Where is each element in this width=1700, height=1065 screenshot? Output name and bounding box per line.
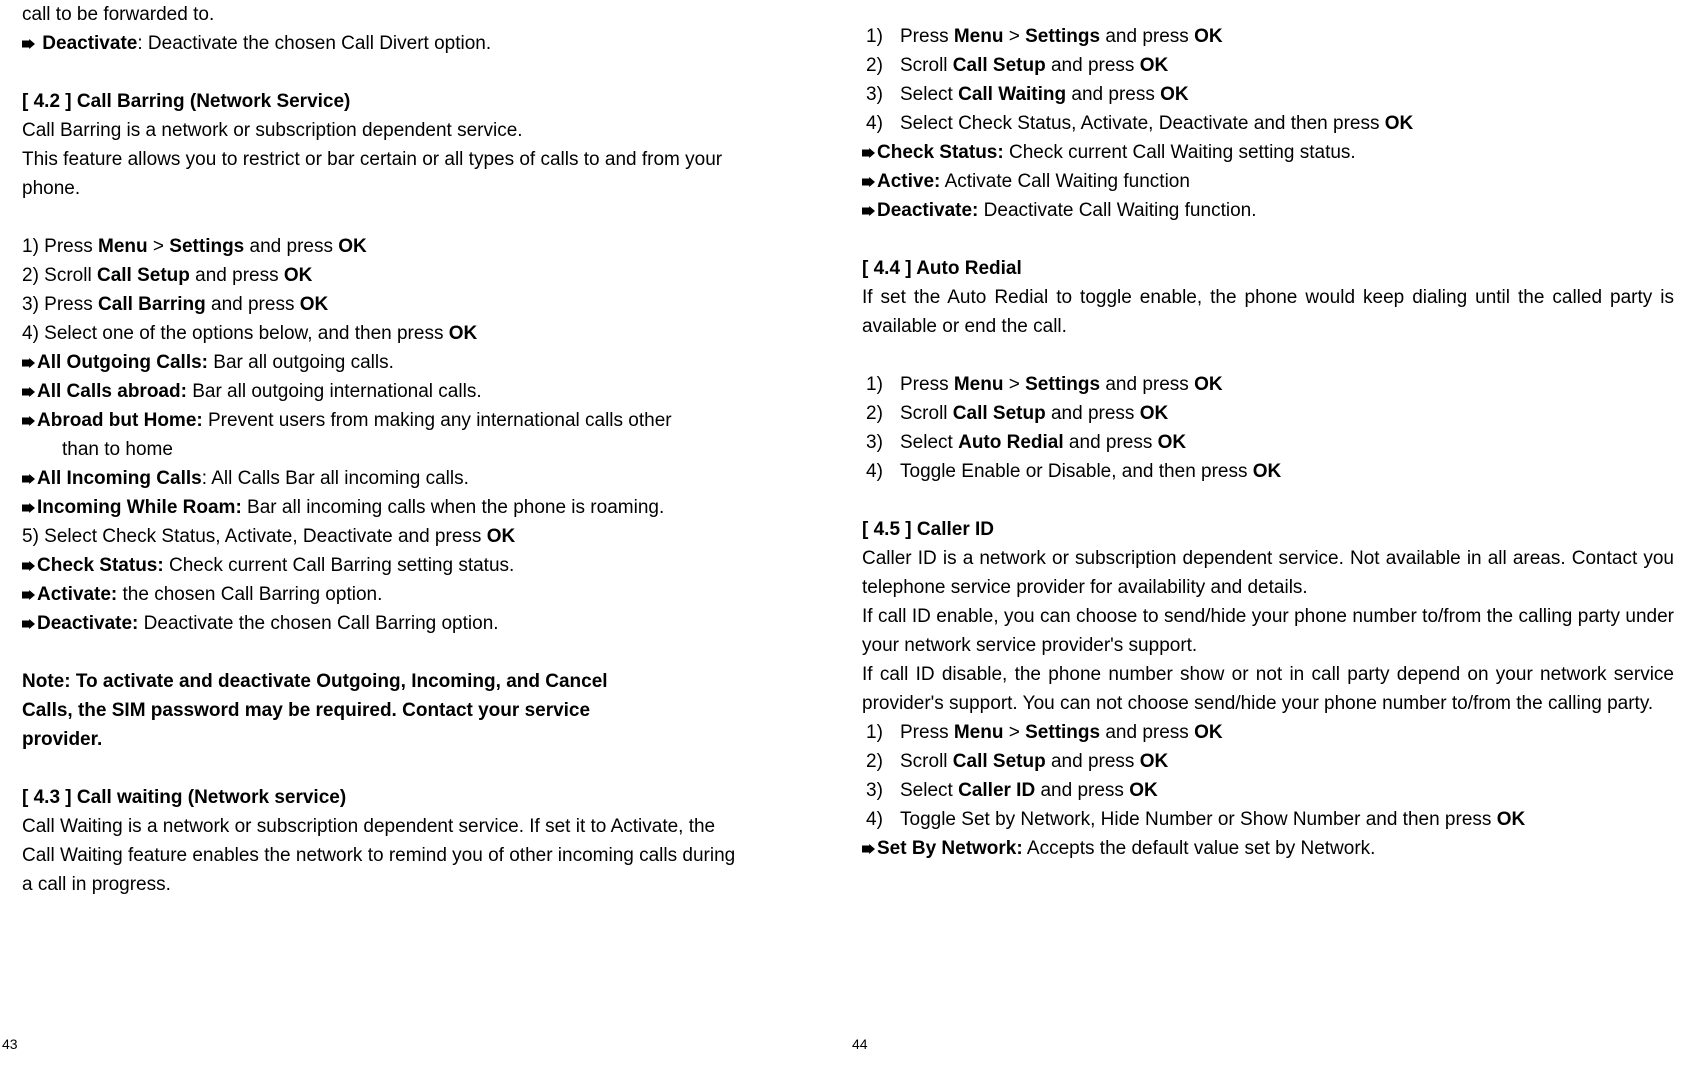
step-item: 2) Scroll Call Setup and press OK [22,261,740,290]
note-text: Note: To activate and deactivate Outgoin… [22,667,740,696]
desc: : Deactivate the chosen Call Divert opti… [137,33,491,54]
arrow-icon [22,561,35,571]
section-heading-4-3: [ 4.3 ] Call waiting (Network service) [22,783,740,812]
step-item: 4) Toggle Set by Network, Hide Number or… [862,805,1674,834]
bullet-item: Deactivate: Deactivate Call Waiting func… [862,196,1674,225]
step-item: 5) Select Check Status, Activate, Deacti… [22,522,740,551]
bullet-item: Check Status: Check current Call Barring… [22,551,740,580]
page-right: 1) Press Menu > Settings and press OK 2)… [850,0,1700,1065]
bullet-item: All Incoming Calls: All Calls Bar all in… [22,464,740,493]
step-item: 1) Press Menu > Settings and press OK [862,370,1674,399]
step-item: 1) Press Menu > Settings and press OK [22,232,740,261]
body-text: call to be forwarded to. [22,0,740,29]
arrow-icon [862,844,875,854]
bullet-item: Check Status: Check current Call Waiting… [862,138,1674,167]
body-text: Call Waiting is a network or subscriptio… [22,812,740,899]
step-item: 4) Select one of the options below, and … [22,319,740,348]
section-heading-4-5: [ 4.5 ] Caller ID [862,515,1674,544]
section-heading-4-2: [ 4.2 ] Call Barring (Network Service) [22,87,740,116]
body-text: If call ID disable, the phone number sho… [862,660,1674,718]
step-item: 3) Select Caller ID and press OK [862,776,1674,805]
bullet-cont: than to home [22,435,740,464]
bullet-item: Active: Activate Call Waiting function [862,167,1674,196]
arrow-icon [22,503,35,513]
label: Deactivate [42,33,137,54]
step-item: 4) Toggle Enable or Disable, and then pr… [862,457,1674,486]
body-text: If call ID enable, you can choose to sen… [862,602,1674,660]
arrow-icon [22,474,35,484]
arrow-icon [862,148,875,158]
bullet-item: Abroad but Home: Prevent users from maki… [22,406,740,435]
step-item: 2) Scroll Call Setup and press OK [862,399,1674,428]
bullet-item: All Outgoing Calls: Bar all outgoing cal… [22,348,740,377]
arrow-icon [862,177,875,187]
bullet-deactivate: Deactivate: Deactivate the chosen Call D… [22,29,740,58]
bullet-item: Set By Network: Accepts the default valu… [862,834,1674,863]
step-item: 3) Select Auto Redial and press OK [862,428,1674,457]
arrow-icon [22,590,35,600]
page-number: 44 [852,1030,868,1059]
step-item: 1) Press Menu > Settings and press OK [862,718,1674,747]
step-item: 4) Select Check Status, Activate, Deacti… [862,109,1674,138]
step-item: 3) Select Call Waiting and press OK [862,80,1674,109]
step-item: 3) Press Call Barring and press OK [22,290,740,319]
body-text: Call Barring is a network or subscriptio… [22,116,740,145]
arrow-icon [22,39,35,49]
arrow-icon [22,416,35,426]
bullet-item: All Calls abroad: Bar all outgoing inter… [22,377,740,406]
bullet-item: Incoming While Roam: Bar all incoming ca… [22,493,740,522]
page-number: 43 [2,1030,18,1059]
arrow-icon [22,619,35,629]
page-spread: call to be forwarded to. Deactivate: Dea… [0,0,1700,1065]
bullet-item: Deactivate: Deactivate the chosen Call B… [22,609,740,638]
body-text: If set the Auto Redial to toggle enable,… [862,283,1674,341]
step-item: 2) Scroll Call Setup and press OK [862,51,1674,80]
arrow-icon [22,387,35,397]
bullet-item: Activate: the chosen Call Barring option… [22,580,740,609]
step-item: 1) Press Menu > Settings and press OK [862,22,1674,51]
note-text: Calls, the SIM password may be required.… [22,696,740,725]
body-text: Caller ID is a network or subscription d… [862,544,1674,602]
arrow-icon [22,358,35,368]
body-text: This feature allows you to restrict or b… [22,145,740,203]
arrow-icon [862,206,875,216]
note-text: provider. [22,725,740,754]
page-left: call to be forwarded to. Deactivate: Dea… [0,0,850,1065]
step-item: 2) Scroll Call Setup and press OK [862,747,1674,776]
section-heading-4-4: [ 4.4 ] Auto Redial [862,254,1674,283]
